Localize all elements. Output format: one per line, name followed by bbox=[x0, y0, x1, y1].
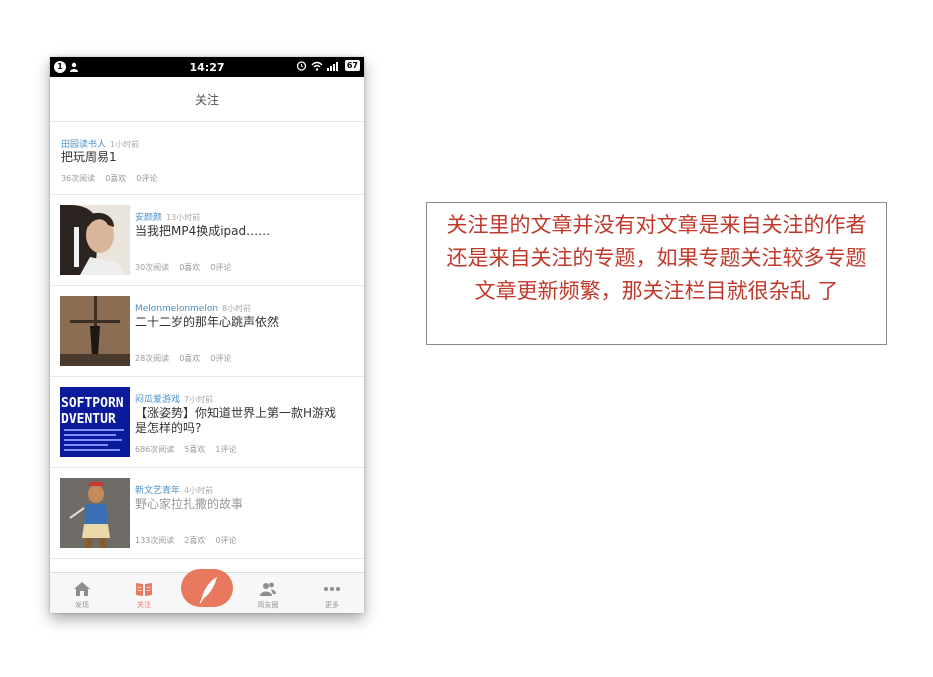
like-count: 2喜欢 bbox=[184, 536, 206, 545]
comment-count: 0评论 bbox=[215, 536, 237, 545]
nav-bar: 关注 bbox=[50, 77, 364, 122]
tab-bar: 发现 关注 简友圈 更多 bbox=[50, 569, 364, 613]
tab-friends[interactable]: 简友圈 bbox=[238, 573, 298, 613]
author-name[interactable]: 安颜颜 bbox=[135, 213, 162, 223]
article-thumbnail[interactable] bbox=[60, 296, 130, 366]
game-character-image bbox=[60, 478, 130, 548]
author-name[interactable]: Melonmelonmelon bbox=[135, 304, 218, 314]
status-right: 67 bbox=[296, 60, 360, 71]
feed-item[interactable]: 田园读书人 1小时前 把玩周易1 36次阅读 0喜欢 0评论 bbox=[50, 122, 364, 195]
article-title[interactable]: 二十二岁的那年心跳声依然 bbox=[135, 315, 355, 330]
item-stats: 36次阅读 0喜欢 0评论 bbox=[61, 173, 167, 184]
post-time: 8小时前 bbox=[222, 304, 252, 313]
read-count: 133次阅读 bbox=[135, 536, 175, 545]
comment-count: 0评论 bbox=[136, 174, 158, 183]
feed-item[interactable]: SOFTPORN DVENTUR 闷瓜爱游戏 7小时前 【涨姿势】你知道世界上第一… bbox=[50, 377, 364, 468]
read-count: 36次阅读 bbox=[61, 174, 96, 183]
tab-label: 简友圈 bbox=[257, 601, 279, 609]
article-thumbnail[interactable] bbox=[60, 205, 130, 275]
author-name[interactable]: 闷瓜爱游戏 bbox=[135, 395, 180, 405]
item-stats: 133次阅读 2喜欢 0评论 bbox=[135, 535, 246, 546]
like-count: 0喜欢 bbox=[179, 354, 201, 363]
feed-item[interactable]: Melonmelonmelon 8小时前 二十二岁的那年心跳声依然 28次阅读 0喜… bbox=[50, 286, 364, 377]
post-time: 4小时前 bbox=[184, 486, 214, 495]
annotation-box: 关注里的文章并没有对文章是来自关注的作者还是来自关注的专题，如果专题关注较多专题… bbox=[426, 202, 887, 345]
article-thumbnail[interactable]: SOFTPORN DVENTUR bbox=[60, 387, 130, 457]
signal-icon bbox=[326, 61, 338, 71]
photo-wall-figure-image bbox=[60, 296, 130, 366]
item-meta: 田园读书人 1小时前 bbox=[61, 132, 139, 151]
home-icon bbox=[74, 582, 90, 596]
write-article-button[interactable] bbox=[181, 569, 233, 607]
book-icon bbox=[136, 583, 152, 596]
page-title: 关注 bbox=[194, 93, 219, 107]
read-count: 28次阅读 bbox=[135, 354, 170, 363]
read-count: 686次阅读 bbox=[135, 445, 175, 454]
comment-count: 0评论 bbox=[210, 354, 232, 363]
author-name[interactable]: 田园读书人 bbox=[61, 140, 106, 150]
post-time: 1小时前 bbox=[110, 140, 140, 149]
feather-pen-icon bbox=[199, 577, 217, 604]
feed-item[interactable]: 新文艺青年 4小时前 野心家拉扎撒的故事 133次阅读 2喜欢 0评论 bbox=[50, 468, 364, 559]
comment-count: 1评论 bbox=[215, 445, 237, 454]
tab-discover[interactable]: 发现 bbox=[52, 573, 112, 613]
article-thumbnail[interactable] bbox=[60, 478, 130, 548]
like-count: 5喜欢 bbox=[184, 445, 206, 454]
phone-screen: 1 14:27 67 关注 田园读书人 1小时前 把玩周易1 36次阅读 0喜欢… bbox=[50, 57, 364, 613]
article-title[interactable]: 野心家拉扎撒的故事 bbox=[135, 497, 355, 512]
game-screenshot-image: SOFTPORN DVENTUR bbox=[60, 387, 130, 457]
svg-text:DVENTUR: DVENTUR bbox=[61, 412, 116, 427]
tab-label: 发现 bbox=[75, 601, 89, 609]
item-stats: 30次阅读 0喜欢 0评论 bbox=[135, 262, 241, 273]
author-name[interactable]: 新文艺青年 bbox=[135, 486, 180, 496]
like-count: 0喜欢 bbox=[179, 263, 201, 272]
photo-girl-headphones-image bbox=[60, 205, 130, 275]
article-title[interactable]: 把玩周易1 bbox=[61, 150, 117, 165]
tab-following[interactable]: 关注 bbox=[114, 573, 174, 613]
wifi-icon bbox=[311, 61, 323, 71]
battery-icon: 67 bbox=[344, 60, 360, 71]
item-stats: 686次阅读 5喜欢 1评论 bbox=[135, 444, 246, 455]
tab-label: 关注 bbox=[137, 601, 151, 609]
read-count: 30次阅读 bbox=[135, 263, 170, 272]
article-title[interactable]: 【涨姿势】你知道世界上第一款H游戏是怎样的吗? bbox=[135, 406, 340, 436]
article-title[interactable]: 当我把MP4换成ipad…… bbox=[135, 224, 355, 239]
item-meta: 闷瓜爱游戏 7小时前 bbox=[135, 387, 213, 406]
item-meta: 安颜颜 13小时前 bbox=[135, 205, 200, 224]
feed-item[interactable]: 安颜颜 13小时前 当我把MP4换成ipad…… 30次阅读 0喜欢 0评论 bbox=[50, 195, 364, 286]
item-meta: 新文艺青年 4小时前 bbox=[135, 478, 213, 497]
article-feed[interactable]: 田园读书人 1小时前 把玩周易1 36次阅读 0喜欢 0评论 安颜颜 13小时前… bbox=[50, 122, 364, 574]
status-bar: 1 14:27 67 bbox=[50, 57, 364, 77]
post-time: 13小时前 bbox=[166, 213, 201, 222]
more-icon bbox=[324, 587, 340, 591]
like-count: 0喜欢 bbox=[105, 174, 127, 183]
annotation-text: 关注里的文章并没有对文章是来自关注的作者还是来自关注的专题，如果专题关注较多专题… bbox=[446, 213, 867, 303]
comment-count: 0评论 bbox=[210, 263, 232, 272]
item-stats: 28次阅读 0喜欢 0评论 bbox=[135, 353, 241, 364]
svg-text:SOFTPORN: SOFTPORN bbox=[61, 396, 124, 411]
item-meta: Melonmelonmelon 8小时前 bbox=[135, 296, 251, 315]
alarm-icon bbox=[296, 61, 307, 71]
tab-more[interactable]: 更多 bbox=[302, 573, 362, 613]
tab-label: 更多 bbox=[325, 601, 339, 609]
friends-icon bbox=[260, 582, 276, 596]
post-time: 7小时前 bbox=[184, 395, 214, 404]
